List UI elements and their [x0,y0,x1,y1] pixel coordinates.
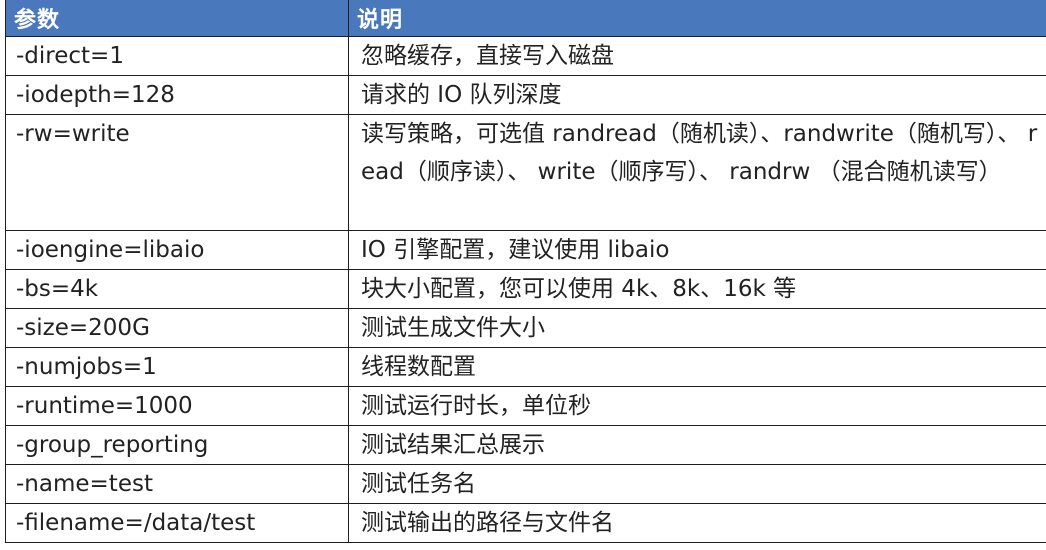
param-cell: -direct=1 [5,36,349,76]
table-row: -rw=write 读写策略，可选值 randread（随机读）、randwri… [5,114,1046,231]
desc-cell: 忽略缓存，直接写入磁盘 [348,36,1046,76]
desc-cell: 请求的 IO 队列深度 [348,75,1046,115]
desc-cell: 块大小配置，您可以使用 4k、8k、16k 等 [348,269,1046,309]
param-cell: -bs=4k [5,269,349,309]
desc-cell: 测试任务名 [348,464,1046,504]
desc-cell: IO 引擎配置，建议使用 libaio [348,230,1046,270]
param-cell: -ioengine=libaio [5,230,349,270]
desc-cell: 测试输出的路径与文件名 [348,503,1046,543]
desc-multiline-text: 读写策略，可选值 randread（随机读）、randwrite（随机写）、 r… [361,121,1038,185]
table-header-row: 参数 说明 [5,0,1046,37]
param-cell: -size=200G [5,308,349,348]
table-row: -ioengine=libaio IO 引擎配置，建议使用 libaio [5,230,1046,270]
desc-cell: 测试结果汇总展示 [348,425,1046,465]
table-row: -size=200G 测试生成文件大小 [5,308,1046,348]
table-row: -iodepth=128 请求的 IO 队列深度 [5,75,1046,115]
param-cell: -runtime=1000 [5,386,349,426]
param-cell: -rw=write [5,114,349,231]
desc-cell: 测试生成文件大小 [348,308,1046,348]
table-row: -group_reporting 测试结果汇总展示 [5,425,1046,465]
desc-cell: 线程数配置 [348,347,1046,387]
param-cell: -name=test [5,464,349,504]
param-cell: -numjobs=1 [5,347,349,387]
param-cell: -filename=/data/test [5,503,349,543]
header-param: 参数 [5,0,349,37]
parameter-table-container: 参数 说明 -direct=1 忽略缓存，直接写入磁盘 -iodepth=128… [5,0,1046,548]
param-cell: -group_reporting [5,425,349,465]
table-row: -runtime=1000 测试运行时长，单位秒 [5,386,1046,426]
table-row: -bs=4k 块大小配置，您可以使用 4k、8k、16k 等 [5,269,1046,309]
desc-cell: 测试运行时长，单位秒 [348,386,1046,426]
header-description: 说明 [348,0,1046,37]
table-row: -numjobs=1 线程数配置 [5,347,1046,387]
table-row: -direct=1 忽略缓存，直接写入磁盘 [5,36,1046,76]
table-row: -filename=/data/test 测试输出的路径与文件名 [5,503,1046,543]
desc-cell: 读写策略，可选值 randread（随机读）、randwrite（随机写）、 r… [348,114,1046,231]
table-row: -name=test 测试任务名 [5,464,1046,504]
fio-parameter-table: 参数 说明 -direct=1 忽略缓存，直接写入磁盘 -iodepth=128… [5,0,1046,543]
param-cell: -iodepth=128 [5,75,349,115]
